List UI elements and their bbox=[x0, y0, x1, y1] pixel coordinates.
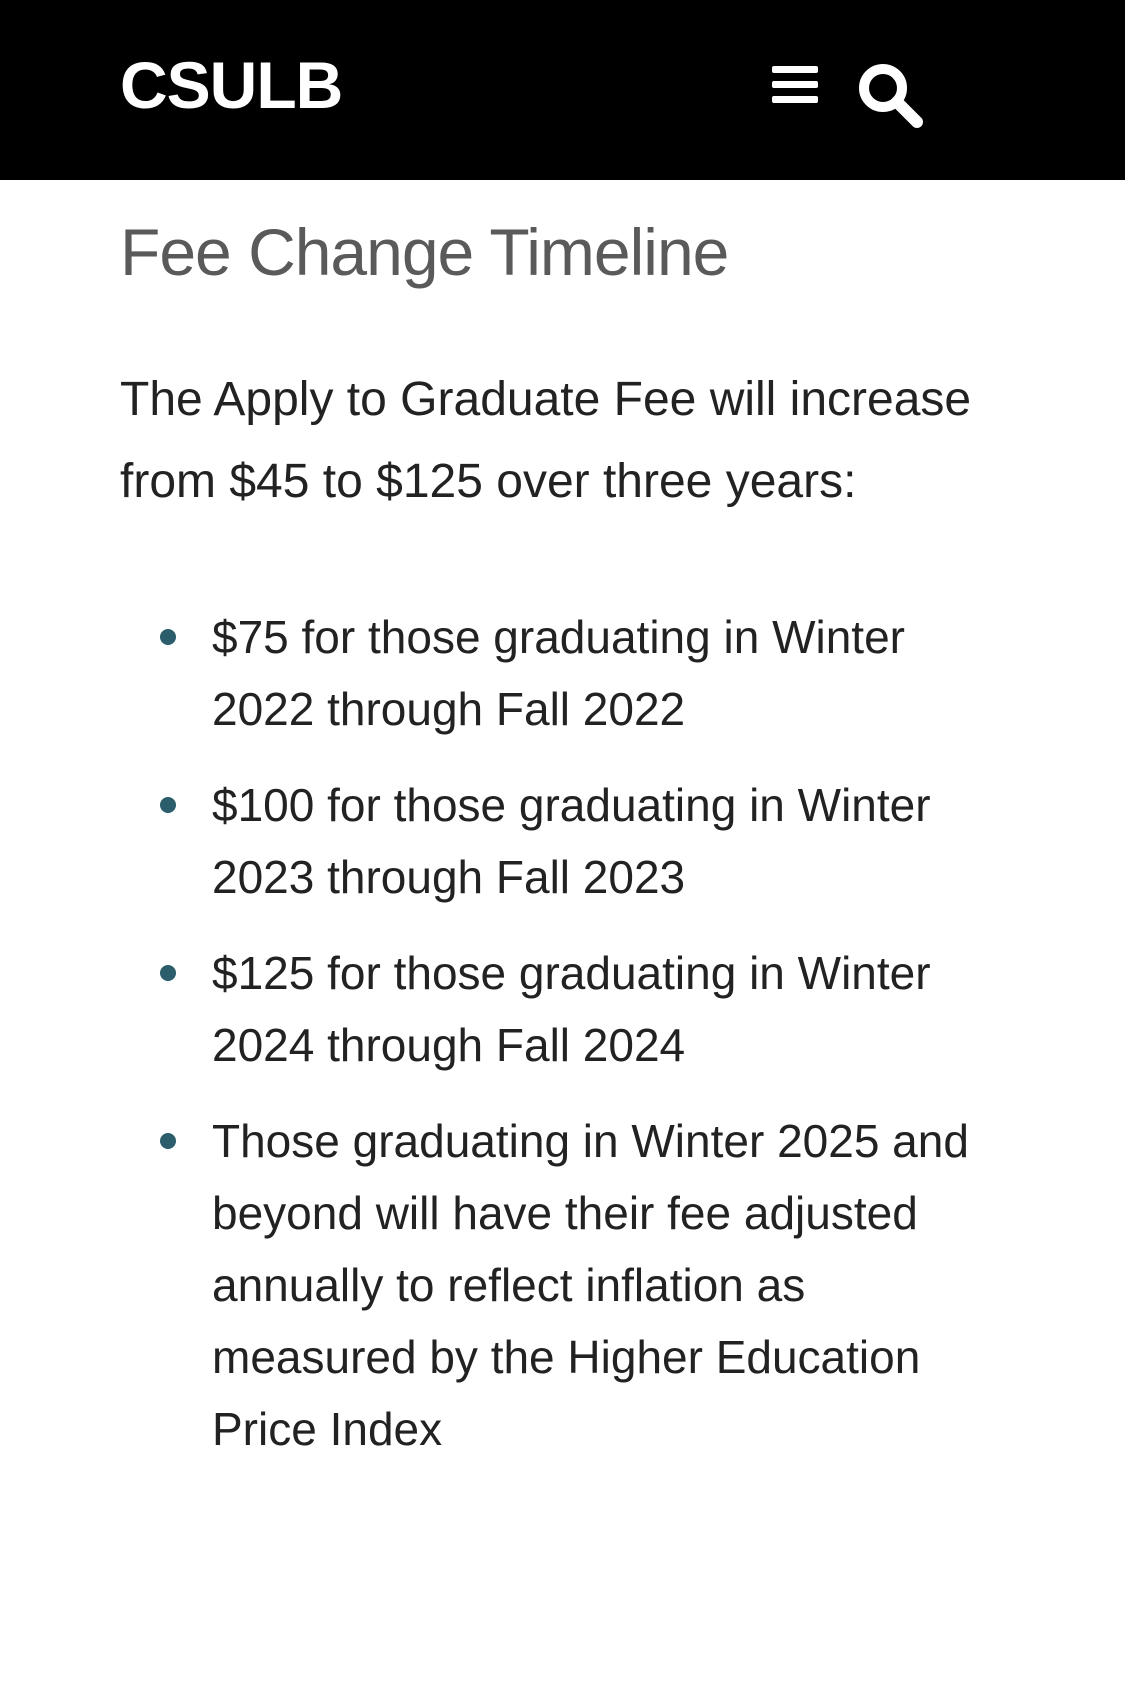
list-item-text: $125 for those graduating in Winter 2024… bbox=[212, 946, 931, 1071]
search-button[interactable] bbox=[855, 60, 927, 132]
main-content: Fee Change Timeline The Apply to Graduat… bbox=[120, 215, 1000, 1489]
bullet-icon bbox=[160, 628, 176, 645]
fee-timeline-list: $75 for those graduating in Winter 2022 … bbox=[120, 601, 1000, 1465]
hamburger-menu-icon bbox=[772, 66, 822, 103]
intro-paragraph: The Apply to Graduate Fee will increase … bbox=[120, 372, 972, 508]
list-item: $100 for those graduating in Winter 2023… bbox=[120, 769, 1000, 913]
list-item: Those graduating in Winter 2025 and beyo… bbox=[120, 1105, 1000, 1465]
bullet-icon bbox=[160, 796, 176, 813]
list-item: $75 for those graduating in Winter 2022 … bbox=[120, 601, 1000, 745]
page-title: Fee Change Timeline bbox=[120, 215, 729, 289]
bullet-icon bbox=[160, 1132, 176, 1149]
list-item-text: $100 for those graduating in Winter 2023… bbox=[212, 778, 931, 903]
list-item: $125 for those graduating in Winter 2024… bbox=[120, 937, 1000, 1081]
list-item-text: $75 for those graduating in Winter 2022 … bbox=[212, 610, 905, 735]
site-header: CSULB bbox=[0, 0, 1125, 180]
list-item-text: Those graduating in Winter 2025 and beyo… bbox=[212, 1114, 969, 1455]
site-logo-link[interactable]: CSULB bbox=[120, 52, 343, 118]
menu-button[interactable] bbox=[772, 66, 822, 110]
search-icon bbox=[859, 64, 923, 128]
bullet-icon bbox=[160, 964, 176, 981]
